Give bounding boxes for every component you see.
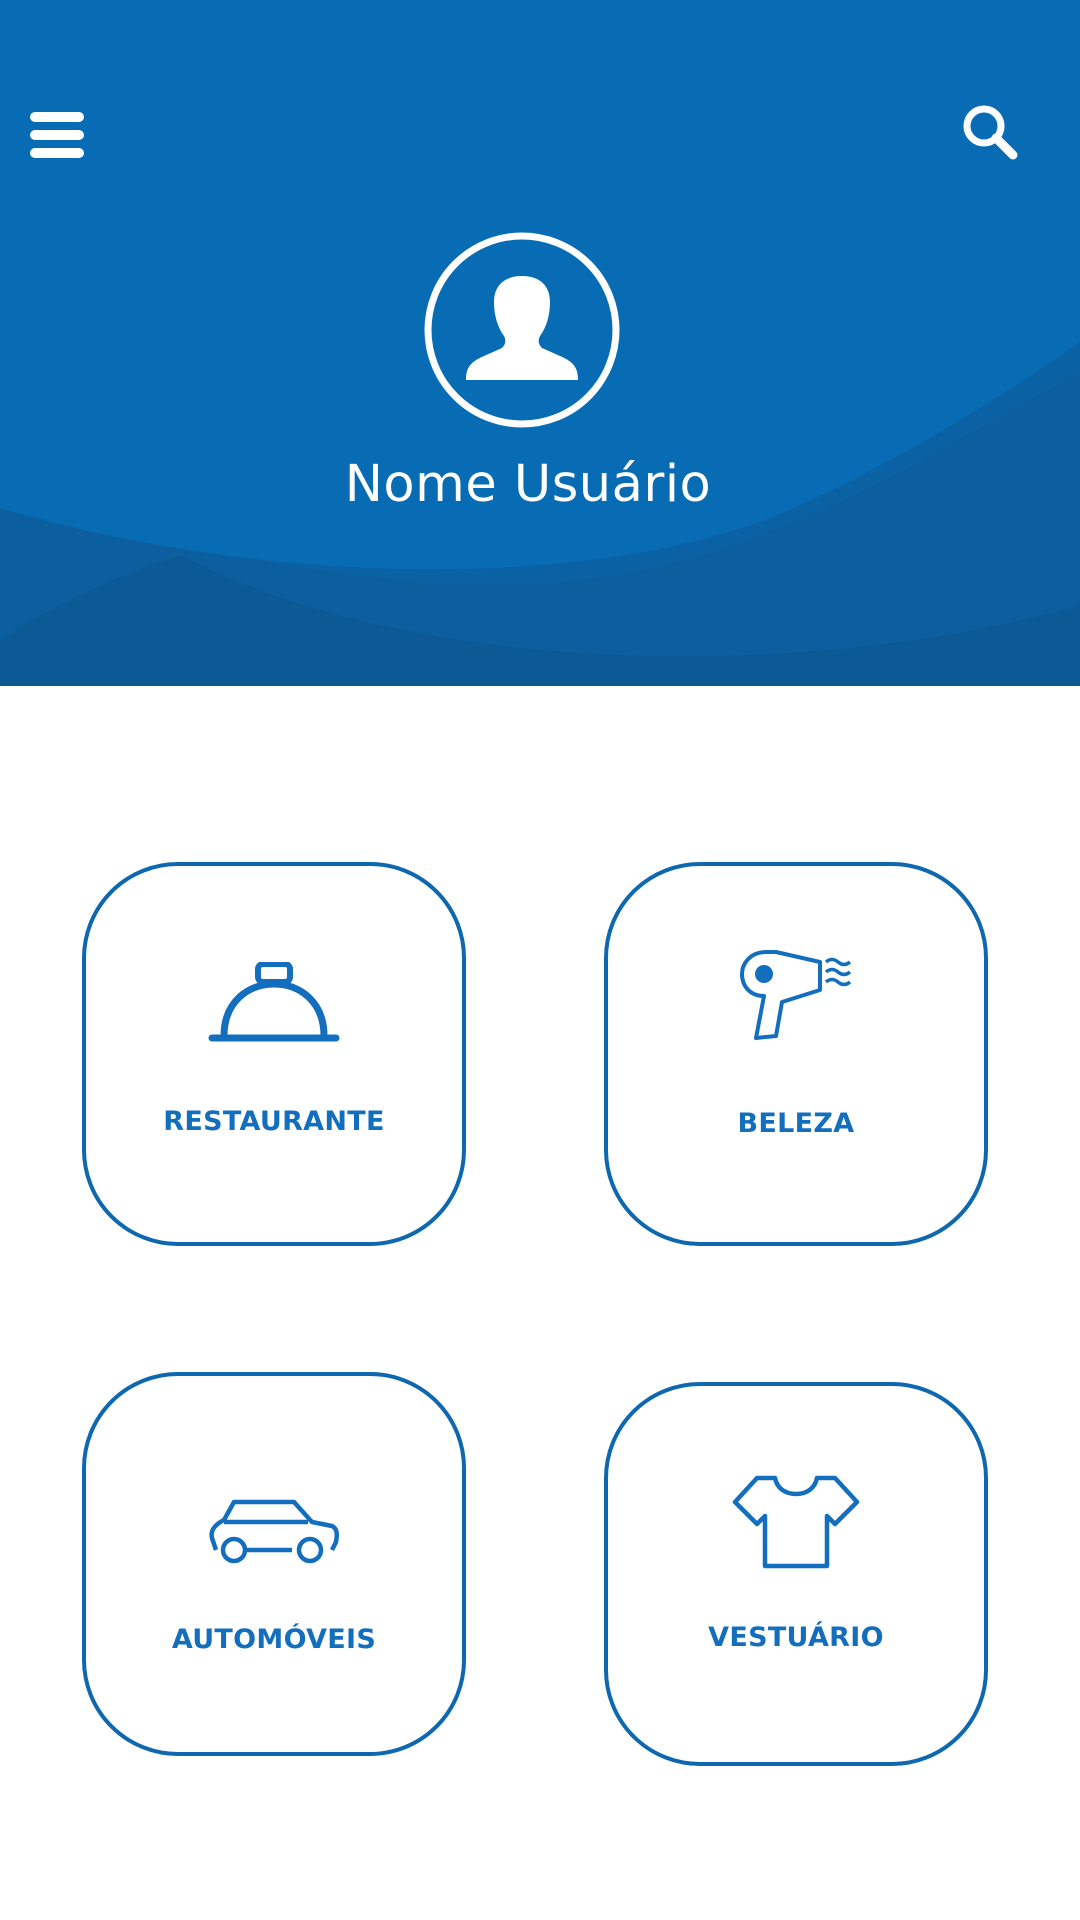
avatar[interactable] [422,230,622,430]
car-icon [86,1498,462,1568]
category-label: AUTOMÓVEIS [171,1624,377,1655]
t-shirt-icon [608,1474,984,1570]
category-card-automoveis[interactable]: AUTOMÓVEIS [82,1372,466,1756]
hair-dryer-icon [608,946,984,1046]
hamburger-menu-icon [30,112,84,158]
category-label: RESTAURANTE [163,1106,385,1137]
profile-header: Nome Usuário [0,0,1080,686]
category-label: VESTUÁRIO [708,1622,884,1653]
search-button[interactable] [960,102,1022,164]
food-cloche-icon [86,962,462,1044]
category-card-restaurante[interactable]: RESTAURANTE [82,862,466,1246]
user-silhouette-icon [424,232,620,428]
category-card-vestuario[interactable]: VESTUÁRIO [604,1382,988,1766]
category-label: BELEZA [737,1108,855,1139]
menu-button[interactable] [26,108,88,164]
category-card-beleza[interactable]: BELEZA [604,862,988,1246]
search-icon [963,105,1018,160]
user-name: Nome Usuário [344,455,712,514]
